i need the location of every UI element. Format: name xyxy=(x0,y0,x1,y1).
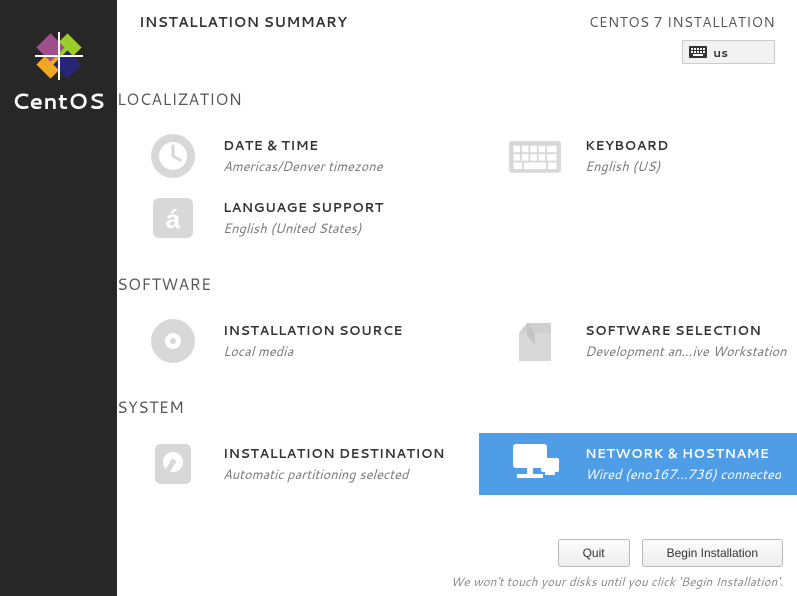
footer: Quit Begin Installation We won't touch y… xyxy=(117,529,797,596)
spoke-value: English (United States) xyxy=(223,220,384,238)
spoke-label: INSTALLATION DESTINATION xyxy=(223,445,445,463)
quit-button[interactable]: Quit xyxy=(558,539,630,567)
spoke-value: Local media xyxy=(223,343,403,361)
content: LOCALIZATION DATE & TIME Americas/Denver … xyxy=(117,64,797,529)
spoke-value: Development an…ive Workstation xyxy=(585,343,787,361)
spoke-installation-destination[interactable]: INSTALLATION DESTINATION Automatic partit… xyxy=(117,433,479,495)
disk-warning-note: We won't touch your disks until you clic… xyxy=(117,573,783,590)
sidebar: CentOS xyxy=(0,0,117,596)
centos-logo-icon xyxy=(22,28,96,84)
svg-text:á: á xyxy=(166,204,181,234)
hard-drive-icon xyxy=(145,436,201,492)
clock-icon xyxy=(145,128,201,184)
section-localization: LOCALIZATION xyxy=(117,88,797,111)
keyboard-icon xyxy=(689,46,707,58)
page-title: INSTALLATION SUMMARY xyxy=(139,12,347,64)
spoke-keyboard[interactable]: KEYBOARD English (US) xyxy=(479,125,797,187)
disc-icon xyxy=(145,313,201,369)
spoke-label: KEYBOARD xyxy=(585,137,669,155)
spoke-label: LANGUAGE SUPPORT xyxy=(223,199,384,217)
spoke-language-support[interactable]: á LANGUAGE SUPPORT English (United States… xyxy=(117,187,479,249)
spoke-date-time[interactable]: DATE & TIME Americas/Denver timezone xyxy=(117,125,479,187)
package-icon xyxy=(507,313,563,369)
keyboard-large-icon xyxy=(507,128,563,184)
network-icon xyxy=(507,436,563,492)
spoke-value: Automatic partitioning selected xyxy=(223,466,443,484)
keyboard-indicator[interactable]: us xyxy=(682,40,775,64)
keyboard-layout: us xyxy=(713,44,728,61)
spoke-label: INSTALLATION SOURCE xyxy=(223,322,403,340)
spoke-label: DATE & TIME xyxy=(223,137,383,155)
spoke-installation-source[interactable]: INSTALLATION SOURCE Local media xyxy=(117,310,479,372)
spoke-software-selection[interactable]: SOFTWARE SELECTION Development an…ive Wor… xyxy=(479,310,797,372)
installation-subtitle: CENTOS 7 INSTALLATION xyxy=(589,12,775,32)
spoke-label: SOFTWARE SELECTION xyxy=(585,322,787,340)
spoke-network-hostname[interactable]: NETWORK & HOSTNAME Wired (eno167…736) con… xyxy=(479,433,797,495)
spoke-value: Wired (eno167…736) connected xyxy=(585,466,781,484)
brand-text: CentOS xyxy=(12,86,105,117)
section-system: SYSTEM xyxy=(117,396,797,419)
section-software: SOFTWARE xyxy=(117,273,797,296)
spoke-value: English (US) xyxy=(585,158,669,176)
spoke-value: Americas/Denver timezone xyxy=(223,158,383,176)
main-panel: INSTALLATION SUMMARY CENTOS 7 INSTALLATI… xyxy=(117,0,797,596)
begin-installation-button[interactable]: Begin Installation xyxy=(642,539,783,567)
header: INSTALLATION SUMMARY CENTOS 7 INSTALLATI… xyxy=(117,0,797,64)
spoke-label: NETWORK & HOSTNAME xyxy=(585,445,781,463)
language-icon: á xyxy=(145,190,201,246)
